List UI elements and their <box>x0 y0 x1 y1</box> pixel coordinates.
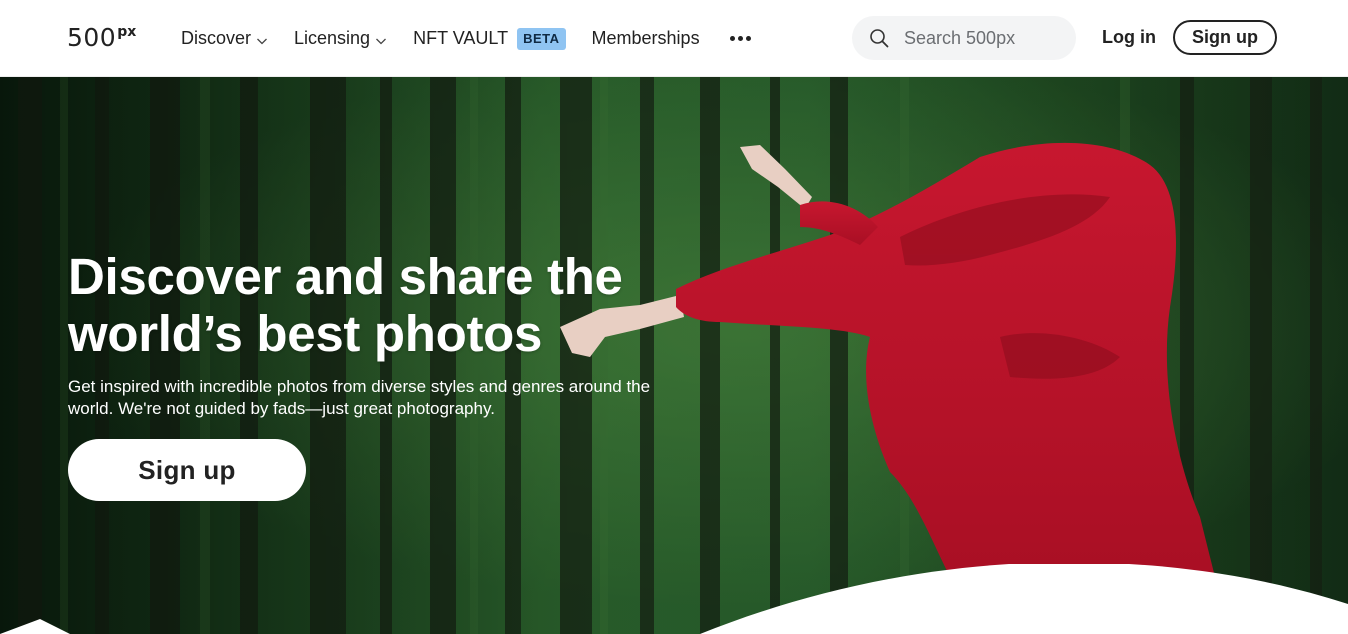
bottom-wave <box>0 564 1348 634</box>
nav-discover[interactable]: Discover <box>181 28 268 49</box>
top-nav-bar: 500 px Discover Licensing NFT VAULT BETA… <box>0 0 1348 77</box>
hero-section: Discover and share the world’s best phot… <box>0 77 1348 634</box>
search-input[interactable] <box>904 27 1064 49</box>
hero-title: Discover and share the world’s best phot… <box>68 248 623 362</box>
500px-logo[interactable]: 500 px <box>67 24 136 52</box>
dot <box>737 36 743 41</box>
dot <box>729 36 735 41</box>
nav-nft-vault[interactable]: NFT VAULT BETA <box>413 27 566 50</box>
more-dots-icon[interactable] <box>729 29 751 49</box>
main-nav: Discover Licensing NFT VAULT BETA Member… <box>181 0 751 77</box>
search-box[interactable] <box>852 16 1076 60</box>
hero-subtitle: Get inspired with incredible photos from… <box>68 377 651 418</box>
dot <box>745 36 751 41</box>
nav-discover-label: Discover <box>181 28 252 48</box>
search-icon <box>870 29 889 48</box>
header-signup-button[interactable]: Sign up <box>1173 20 1277 55</box>
logo-sup: px <box>117 24 137 40</box>
hero-signup-button[interactable]: Sign up <box>68 439 306 501</box>
logo-text: 500 <box>67 23 117 52</box>
nav-memberships[interactable]: Memberships <box>592 28 700 49</box>
nav-nft-vault-label: NFT VAULT <box>413 28 509 48</box>
chevron-down-icon <box>257 38 267 44</box>
nav-memberships-label: Memberships <box>591 28 700 48</box>
chevron-down-icon <box>376 38 387 44</box>
nav-licensing[interactable]: Licensing <box>294 28 387 49</box>
login-link[interactable]: Log in <box>1102 25 1156 49</box>
nav-licensing-label: Licensing <box>294 28 371 48</box>
beta-badge: BETA <box>517 27 566 50</box>
